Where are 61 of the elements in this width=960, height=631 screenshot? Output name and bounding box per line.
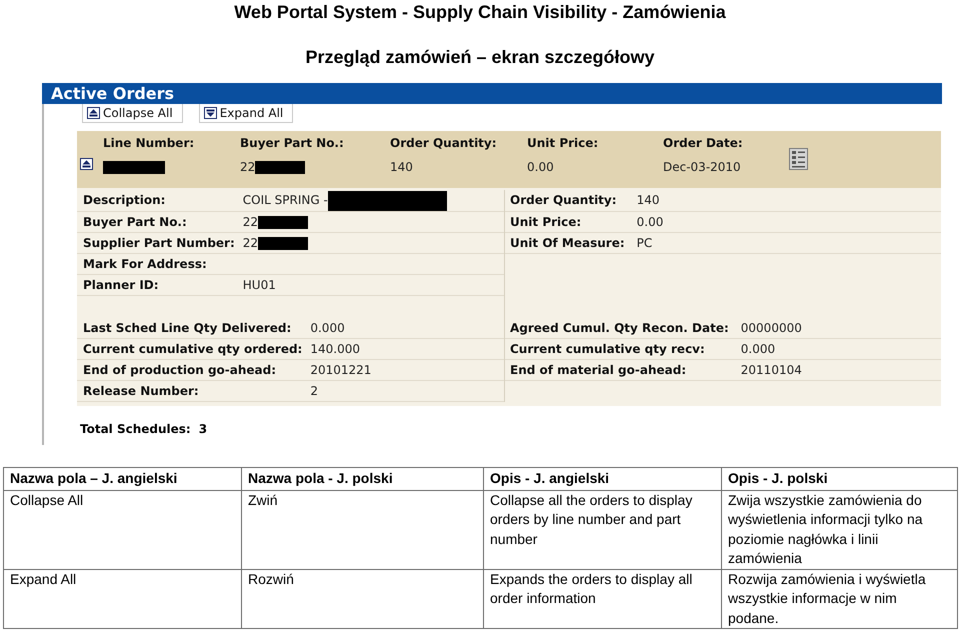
table-cell: Rozwiń <box>242 569 484 628</box>
collapse-icon <box>87 107 100 119</box>
field-label: Order Quantity: <box>390 135 497 152</box>
field-label: Last Sched Line Qty Delivered: <box>83 320 292 335</box>
field-value: 22 <box>240 159 256 176</box>
field-label: Mark For Address: <box>83 256 207 271</box>
field-label: Line Number: <box>103 135 194 152</box>
column-header: Nazwa pola – J. angielski <box>4 468 242 490</box>
field-value: 140 <box>636 193 660 208</box>
field-value: 140 <box>390 159 413 176</box>
field-value: 0.000 <box>740 342 776 356</box>
field-value: 20110104 <box>740 363 802 378</box>
field-value: 2 <box>310 384 318 398</box>
field-label: Unit Price: <box>527 135 598 152</box>
field-label: Agreed Cumul. Qty Recon. Date: <box>510 320 729 335</box>
field-label: Order Date: <box>663 135 743 152</box>
field-value: 20101221 <box>310 363 372 378</box>
field-label: End of material go-ahead: <box>510 363 686 378</box>
page-subtitle: Przegląd zamówień – ekran szczegółowy <box>305 46 655 69</box>
page-title: Web Portal System - Supply Chain Visibility - Zamówienia <box>234 1 726 24</box>
field-label: Buyer Part No.: <box>240 135 344 152</box>
field-value: PC <box>636 236 652 250</box>
table-cell: Collapse All <box>4 490 242 569</box>
field-value: 140.000 <box>310 342 360 356</box>
field-label: Release Number: <box>83 384 199 398</box>
field-label: Current cumulative qty ordered: <box>83 342 302 356</box>
document-icon[interactable] <box>789 148 808 170</box>
collapse-icon[interactable] <box>80 158 93 170</box>
field-label: Buyer Part No.: <box>83 214 187 229</box>
field-label: End of production go-ahead: <box>83 363 276 378</box>
table-cell: Expands the orders to display all order information <box>484 569 722 628</box>
field-label: Unit Price: <box>510 214 582 228</box>
field-value: 22 <box>242 236 258 250</box>
expand-icon <box>204 107 217 119</box>
field-value: 0.00 <box>527 159 554 176</box>
field-value: Dec-03-2010 <box>663 159 741 176</box>
table-cell: Expand All <box>4 569 242 628</box>
total-value: 3 <box>198 421 208 438</box>
collapse-all-button[interactable]: Collapse All <box>82 104 183 123</box>
column-header: Opis - J. polski <box>722 468 958 490</box>
table-cell: Zwija wszystkie zamówienia do wyświetlenia informacji tylko na poziomie nagłówka i linii zamówienia <box>722 490 958 569</box>
field-label: Description: <box>83 193 166 208</box>
field-value: 22 <box>242 214 258 229</box>
field-value: 0.000 <box>310 320 345 335</box>
panel-title-bar: Active Orders <box>42 83 942 104</box>
field-label: Planner ID: <box>83 278 159 292</box>
column-header: Nazwa pola - J. polski <box>242 468 484 490</box>
field-label: Current cumulative qty recv: <box>510 342 705 356</box>
column-header: Opis - J. angielski <box>484 468 722 490</box>
table-cell: Zwiń <box>242 490 484 569</box>
field-value: COIL SPRING - <box>242 193 328 207</box>
table-cell: Collapse all the orders to display orders by line number and part number <box>484 490 722 569</box>
table-cell: Rozwija zamówienia i wyświetla wszystkie informacje w nim podane. <box>722 569 958 628</box>
field-value: HU01 <box>242 278 276 292</box>
field-value: 00000000 <box>740 320 802 335</box>
total-label: Total Schedules: <box>80 421 191 438</box>
field-value: 0.00 <box>636 214 664 228</box>
field-label: Supplier Part Number: <box>83 236 235 250</box>
field-label: Order Quantity: <box>510 193 617 208</box>
expand-all-button[interactable]: Expand All <box>198 104 294 123</box>
field-label: Unit Of Measure: <box>510 236 625 250</box>
